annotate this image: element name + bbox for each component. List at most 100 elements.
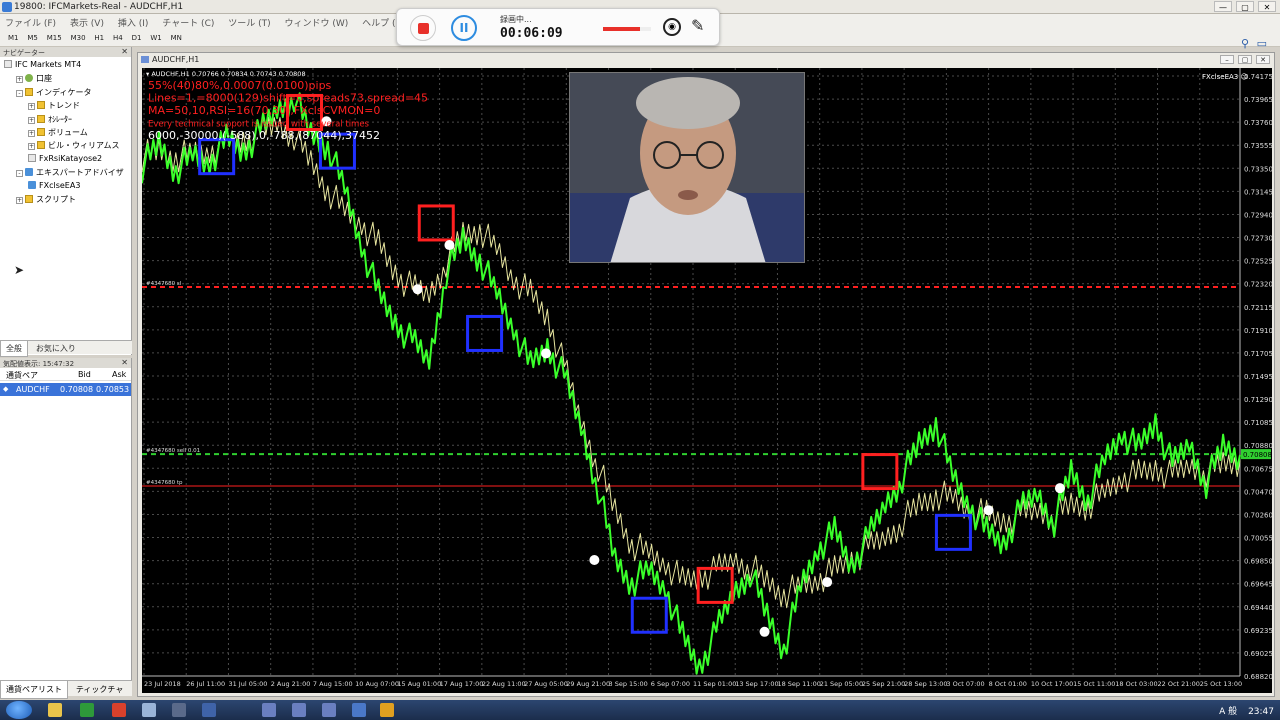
signal-box-marker[interactable] [466,314,504,352]
expander-icon[interactable]: + [16,197,23,204]
menu-view[interactable]: 表示 (V) [65,14,110,29]
expander-icon[interactable]: + [28,143,35,151]
column-bid[interactable]: Bid [78,370,91,379]
ime-indicator[interactable]: A 般 [1219,707,1237,717]
time-axis-label: 27 Aug 05:00 [524,680,568,688]
browser-icon[interactable] [80,703,94,717]
signal-dot-marker[interactable] [541,348,552,359]
menu-window[interactable]: ウィンドウ (W) [280,14,355,29]
time-axis-label: 15 Oct 11:00 [1073,680,1115,688]
navigator-item[interactable]: + 口座 [16,73,52,84]
pen-icon[interactable]: ✎ [691,16,704,35]
timeframe-m5[interactable]: M5 [24,29,41,42]
navigator-item[interactable]: + スクリプト [16,194,76,205]
navigator-item-label: スクリプト [36,195,76,204]
expert-advisor-label: FXclseEA3 ☺ [1202,73,1248,81]
network-icon[interactable] [202,703,216,717]
column-ask[interactable]: Ask [112,370,126,379]
signal-box-marker[interactable] [861,453,899,491]
signal-box-marker[interactable] [696,566,734,604]
signal-box-marker[interactable] [630,596,668,634]
signal-box-marker[interactable] [417,204,455,242]
chat-icon[interactable]: ▭ [1254,32,1270,50]
expander-icon[interactable]: + [28,103,35,111]
navigator-item[interactable]: + ｵｼﾚｰﾀｰ [28,114,72,125]
navigator-item[interactable]: FXclseEA3 [28,180,80,190]
timeframe-h1[interactable]: H1 [91,29,107,42]
expander-icon[interactable]: - [16,89,23,97]
chart-close-button[interactable]: ✕ [1256,55,1270,64]
price-axis-label: 0.72320 [1244,281,1272,289]
navigator-item[interactable]: + ビル・ウィリアムス [28,140,119,151]
navigator-item[interactable]: + ボリューム [28,127,88,138]
app-icon[interactable] [172,703,186,717]
navigator-item[interactable]: FxRsiKatayose2 [28,153,102,163]
window-app-icon[interactable] [352,703,366,717]
chrome-icon[interactable] [112,703,126,717]
tab-general[interactable]: 全般 [0,341,28,357]
tab-favorites[interactable]: お気に入り [31,341,81,356]
menu-tools[interactable]: ツール (T) [223,14,276,29]
maximize-button[interactable]: ▢ [1236,1,1254,12]
navigator-item[interactable]: - エキスパートアドバイザ [16,167,124,178]
clock[interactable]: 23:47 [1248,707,1274,717]
close-icon[interactable]: ✕ [121,47,128,56]
explorer-icon[interactable] [48,703,62,717]
expander-icon[interactable]: + [28,116,35,124]
navigator-item[interactable]: IFC Markets MT4 [4,60,81,69]
metatrader-icon[interactable] [380,703,394,717]
tab-tick-chart[interactable]: ティックチャ [71,681,128,698]
signal-dot-marker[interactable] [759,626,770,637]
signal-dot-marker[interactable] [822,577,833,588]
document-icon[interactable] [142,703,156,717]
price-chart[interactable]: 0.74175 0.73965 0.73760 0.73555 0.73350 0.731… [142,68,1272,693]
grid-app-icon[interactable] [292,703,306,717]
signal-dot-marker[interactable] [983,505,994,516]
close-button[interactable]: ✕ [1258,1,1276,12]
column-symbol[interactable]: 通貨ペア [6,370,38,381]
order-line-label: #4347680 sell 0.01 [146,448,200,454]
signal-dot-marker[interactable] [412,284,423,295]
price-axis-label: 0.68820 [1244,673,1272,681]
price-axis-label: 0.73760 [1244,119,1272,127]
chart-restore-button[interactable]: ▢ [1238,55,1252,64]
start-button[interactable] [6,701,32,719]
expander-icon[interactable]: + [16,76,23,84]
search-icon[interactable]: ⚲ [1238,32,1252,50]
table-row[interactable]: ◆ AUDCHF 0.70808 0.70853 [0,383,131,396]
webcam-toggle-icon[interactable]: ◉ [663,18,681,36]
navigator-header: ナビゲーター ✕ [0,47,131,57]
signal-dot-marker[interactable] [444,240,455,251]
timeframe-mn[interactable]: MN [168,29,185,42]
signal-box-marker[interactable] [934,513,972,551]
price-axis-label: 0.73350 [1244,165,1272,173]
signal-dot-marker[interactable] [589,554,600,565]
grid-app-icon[interactable] [262,703,276,717]
timeframe-h4[interactable]: H4 [110,29,126,42]
timeframe-m1[interactable]: M1 [0,29,22,42]
menu-file[interactable]: ファイル (F) [0,14,62,29]
navigator-item[interactable]: - インディケータ [16,87,91,98]
grid-app-icon[interactable] [322,703,336,717]
timeframe-m15[interactable]: M15 [44,29,65,42]
close-icon[interactable]: ✕ [121,358,128,367]
expander-icon[interactable]: - [16,170,23,178]
current-price-value: 0.70808 [1243,451,1272,459]
recording-timer: 00:06:09 [500,26,563,41]
expander-icon[interactable]: + [28,130,35,137]
market-watch-title: 気配値表示: 15:47:32 [3,360,75,368]
stop-record-button[interactable] [410,15,436,41]
timeframe-d1[interactable]: D1 [129,29,145,42]
pause-record-button[interactable]: II [451,15,477,41]
menu-chart[interactable]: チャート (C) [157,14,220,29]
chart-minimize-button[interactable]: – [1220,55,1234,64]
minimize-button[interactable]: — [1214,1,1232,12]
navigator-item[interactable]: + トレンド [28,100,80,111]
time-axis-label: 8 Oct 01:00 [989,680,1027,688]
timeframe-m30[interactable]: M30 [68,29,89,42]
tab-symbols[interactable]: 通貨ペアリスト [0,681,68,699]
signal-dot-marker[interactable] [1054,483,1065,494]
navigator-item-label: IFC Markets MT4 [15,60,82,69]
menu-insert[interactable]: 挿入 (I) [113,14,155,29]
timeframe-w1[interactable]: W1 [147,29,164,42]
